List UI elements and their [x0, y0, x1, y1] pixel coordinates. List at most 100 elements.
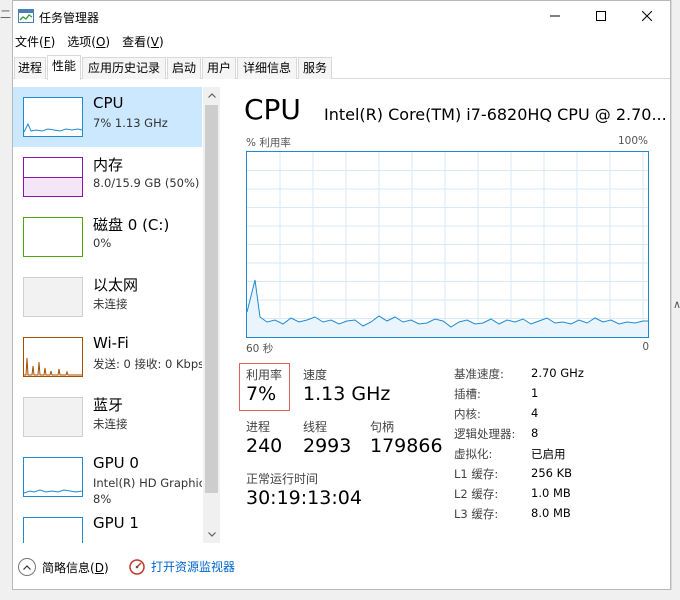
scroll-up-button[interactable] — [203, 87, 220, 104]
spec-label: 虚拟化: — [454, 447, 493, 461]
window-title: 任务管理器 — [39, 11, 100, 25]
menu-bar: 文件(F) 选项(O) 查看(V) — [13, 32, 171, 52]
title-bar[interactable]: 任务管理器 — [13, 1, 670, 31]
gpu1-thumbnail — [23, 517, 83, 543]
sidebar-item-title: 以太网 — [93, 276, 139, 294]
sidebar-item-title: 磁盘 0 (C:) — [93, 216, 170, 234]
spec-value: 1 — [531, 386, 539, 400]
sidebar-item-subtitle: 7% 1.13 GHz — [93, 116, 168, 130]
background-window-left: 二 — [0, 0, 12, 600]
wifi-thumbnail — [23, 337, 83, 377]
spec-value: 4 — [531, 406, 539, 420]
menu-file[interactable]: 文件(F) — [13, 32, 60, 52]
tab-services[interactable]: 服务 — [298, 57, 332, 79]
background-text-fragment: ∧ — [673, 298, 680, 311]
spec-label: L1 缓存: — [454, 467, 499, 481]
maximize-icon — [596, 11, 606, 21]
sidebar-item-subtitle: Intel(R) HD Graphics — [93, 476, 202, 490]
cpu-usage-graph — [246, 151, 649, 338]
resource-monitor-icon — [129, 558, 145, 575]
utilization-value: 7% — [246, 383, 277, 405]
spec-label: L3 缓存: — [454, 507, 499, 521]
maximize-button[interactable] — [578, 1, 624, 31]
processes-value: 240 — [246, 435, 283, 457]
spec-label: 逻辑处理器: — [454, 427, 516, 441]
sidebar-item-value: 8% — [93, 492, 112, 506]
graph-axis-right: 0 — [642, 341, 649, 353]
disk-thumbnail — [23, 217, 83, 257]
spec-value: 8.0 MB — [531, 506, 571, 520]
graph-label: % 利用率 — [246, 137, 291, 149]
gpu0-thumbnail — [23, 457, 83, 497]
background-text-fragment: 二 — [0, 8, 11, 21]
graph-max-label: 100% — [618, 135, 649, 147]
uptime-label: 正常运行时间 — [246, 472, 319, 486]
tab-processes[interactable]: 进程 — [14, 57, 46, 79]
chevron-up-icon — [207, 93, 216, 98]
handles-label: 句柄 — [370, 420, 395, 434]
sidebar-item-bluetooth[interactable]: 蓝牙 未连接 — [13, 387, 202, 447]
tab-users[interactable]: 用户 — [202, 57, 236, 79]
sidebar-item-ethernet[interactable]: 以太网 未连接 — [13, 267, 202, 327]
sidebar-item-cpu[interactable]: CPU 7% 1.13 GHz — [13, 87, 202, 147]
scroll-thumb[interactable] — [205, 105, 218, 493]
tab-startup[interactable]: 启动 — [167, 57, 201, 79]
spec-label: 基准速度: — [454, 367, 504, 381]
memory-thumbnail — [23, 157, 83, 197]
sidebar-scrollbar[interactable] — [203, 87, 220, 543]
threads-label: 线程 — [303, 420, 328, 434]
sidebar-item-title: 内存 — [93, 156, 124, 174]
minimize-button[interactable] — [532, 1, 578, 31]
sidebar-item-subtitle: 0% — [93, 236, 112, 250]
graph-axis-left: 60 秒 — [246, 343, 274, 355]
menu-options[interactable]: 选项(O) — [62, 32, 115, 52]
cpu-model-name: Intel(R) Core(TM) i7-6820HQ CPU @ 2.70..… — [324, 105, 667, 124]
chevron-down-icon — [207, 532, 216, 537]
sidebar-item-subtitle: 未连接 — [93, 417, 128, 431]
close-icon — [642, 11, 652, 21]
task-manager-window: 任务管理器 文件(F) 选项(O) 查看(V) 进程 性能 应用历史记录 启动 … — [12, 0, 671, 590]
spec-label: 插槽: — [454, 387, 481, 401]
page-title: CPU — [244, 93, 301, 126]
uptime-value: 30:19:13:04 — [246, 487, 362, 509]
sidebar-item-title: Wi-Fi — [93, 334, 129, 352]
handles-value: 179866 — [370, 435, 443, 457]
sidebar-item-subtitle: 未连接 — [93, 297, 128, 311]
fewer-details-button[interactable]: 简略信息(D) — [18, 558, 109, 576]
task-manager-icon — [18, 9, 34, 23]
sidebar-item-gpu1[interactable]: GPU 1 — [13, 507, 202, 543]
sidebar-item-gpu0[interactable]: GPU 0 Intel(R) HD Graphics 8% — [13, 447, 202, 507]
footer-bar: 简略信息(D) 打开资源监视器 — [13, 554, 670, 582]
tab-details[interactable]: 详细信息 — [237, 57, 297, 79]
ethernet-thumbnail — [23, 277, 83, 317]
sidebar-item-subtitle: 发送: 0 接收: 0 Kbps — [93, 357, 202, 371]
sidebar-item-subtitle: 8.0/15.9 GB (50%) — [93, 176, 200, 190]
spec-value: 2.70 GHz — [531, 366, 584, 380]
spec-label: L2 缓存: — [454, 487, 499, 501]
spec-value: 8 — [531, 426, 539, 440]
sidebar-item-disk[interactable]: 磁盘 0 (C:) 0% — [13, 207, 202, 267]
utilization-label: 利用率 — [246, 368, 283, 382]
processes-label: 进程 — [246, 420, 271, 434]
sidebar-item-title: GPU 1 — [93, 514, 139, 532]
tab-app-history[interactable]: 应用历史记录 — [82, 57, 166, 79]
scroll-down-button[interactable] — [203, 526, 220, 543]
sidebar-item-memory[interactable]: 内存 8.0/15.9 GB (50%) — [13, 147, 202, 207]
sidebar-item-title: CPU — [93, 94, 124, 112]
spec-value: 已启用 — [531, 447, 566, 461]
spec-label: 内核: — [454, 407, 481, 421]
bluetooth-thumbnail — [23, 397, 83, 437]
cpu-thumbnail — [23, 97, 83, 137]
open-resource-monitor-link[interactable]: 打开资源监视器 — [129, 558, 235, 575]
tab-performance[interactable]: 性能 — [47, 55, 81, 80]
chevron-up-circle-icon — [18, 558, 36, 576]
fewer-details-label: 简略信息(D) — [42, 560, 109, 575]
sidebar-item-wifi[interactable]: Wi-Fi 发送: 0 接收: 0 Kbps — [13, 327, 202, 387]
speed-value: 1.13 GHz — [303, 383, 391, 405]
sidebar-item-title: GPU 0 — [93, 454, 139, 472]
menu-view[interactable]: 查看(V) — [117, 32, 169, 52]
minimize-icon — [550, 15, 560, 17]
resource-sidebar: CPU 7% 1.13 GHz 内存 8.0/15.9 GB (50%) 磁盘 … — [13, 87, 202, 543]
tab-strip: 进程 性能 应用历史记录 启动 用户 详细信息 服务 — [13, 55, 670, 80]
close-button[interactable] — [624, 1, 670, 31]
